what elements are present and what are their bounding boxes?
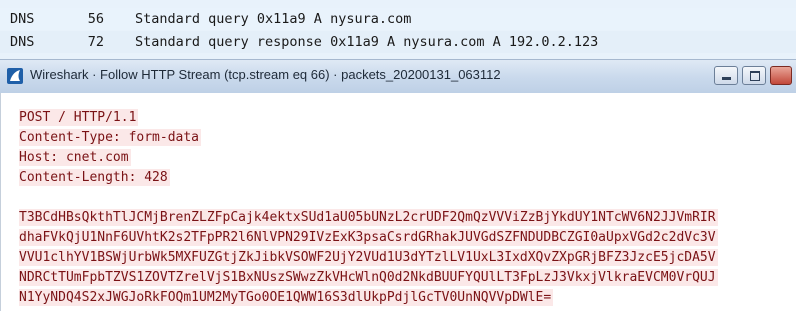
http-header-line: Content-Type: form-data: [19, 129, 202, 146]
stream-content[interactable]: POST / HTTP/1.1 Content-Type: form-data …: [0, 93, 796, 311]
packet-row[interactable]: DNS 56 Standard query 0x11a9 A nysura.co…: [0, 8, 796, 30]
wireshark-fin-icon: [7, 68, 23, 84]
maximize-button[interactable]: [742, 66, 766, 85]
packet-info: Standard query response 0x11a9 A nysura.…: [135, 34, 599, 50]
close-button[interactable]: [770, 66, 792, 85]
window-titlebar[interactable]: Wireshark · Follow HTTP Stream (tcp.stre…: [0, 59, 796, 94]
http-body-line: NDRCtTUmFpbTZVS1ZOVTZrelVjS1BxNUszSWwzZk…: [19, 269, 718, 286]
packet-protocol: DNS: [10, 34, 35, 50]
http-body-line: VVU1clhYV1BSWjUrbWk5MXFUZGtjZkJibkVSOWF2…: [19, 249, 718, 266]
packet-row[interactable]: DNS 72 Standard query response 0x11a9 A …: [0, 31, 796, 53]
http-body-line: N1YyNDQ4S2xJWGJoRkFOQm1UM2MyTGo0OE1QWW16…: [19, 289, 554, 306]
http-request-line: POST / HTTP/1.1: [19, 109, 139, 126]
http-header-line: Content-Length: 428: [19, 169, 170, 186]
packet-info: Standard query 0x11a9 A nysura.com: [135, 11, 412, 27]
packet-protocol: DNS: [10, 11, 35, 27]
http-body-line: T3BCdHBsQkthTlJCMjBrenZLZFpCajk4ektxSUd1…: [19, 209, 718, 226]
minimize-button[interactable]: [714, 66, 738, 85]
http-header-line: Host: cnet.com: [19, 149, 131, 166]
window-title: Wireshark · Follow HTTP Stream (tcp.stre…: [30, 67, 501, 82]
packet-length: 72: [87, 34, 104, 50]
http-body-line: dhaFVkQjU1NnF6UVhtK2s2TFpPR2l6NlVPN29IVz…: [19, 229, 718, 246]
packet-length: 56: [87, 11, 104, 27]
packet-list: DNS 56 Standard query 0x11a9 A nysura.co…: [0, 0, 796, 60]
